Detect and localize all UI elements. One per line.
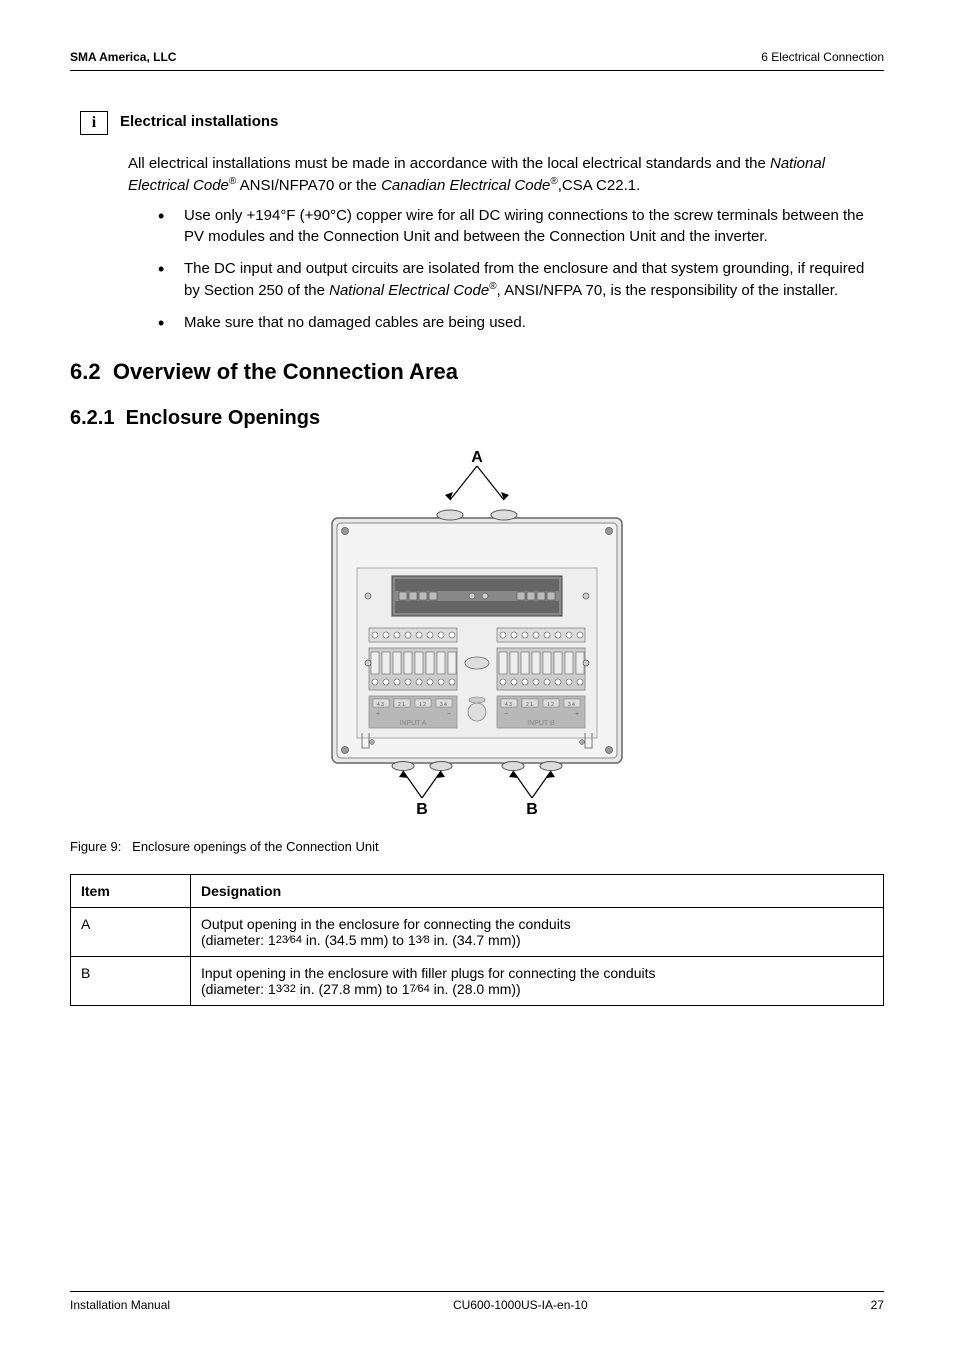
svg-text:+: + xyxy=(575,711,579,718)
svg-text:2 1: 2 1 xyxy=(526,702,533,708)
info-bullets: Use only +194°F (+90°C) copper wire for … xyxy=(158,205,874,334)
info-intro-paragraph: All electrical installations must be mad… xyxy=(128,153,874,197)
svg-text:−: − xyxy=(504,711,508,718)
footer-center: CU600-1000US-IA-en-10 xyxy=(453,1298,588,1312)
table-row: A Output opening in the enclosure for co… xyxy=(71,908,884,957)
enclosure-diagram: A xyxy=(277,448,677,818)
footer-right: 27 xyxy=(871,1298,884,1312)
cell-designation: Output opening in the enclosure for conn… xyxy=(191,908,884,957)
bullet-item: Make sure that no damaged cables are bei… xyxy=(158,312,874,334)
svg-text:4 3: 4 3 xyxy=(505,702,512,708)
bullet-item: Use only +194°F (+90°C) copper wire for … xyxy=(158,205,874,249)
svg-text:1 2: 1 2 xyxy=(419,702,426,708)
svg-text:2 1: 2 1 xyxy=(398,702,405,708)
svg-text:INPUT A: INPUT A xyxy=(399,720,426,727)
section-heading: 6.2 Overview of the Connection Area xyxy=(70,359,884,385)
cell-designation: Input opening in the enclosure with fill… xyxy=(191,957,884,1006)
footer-left: Installation Manual xyxy=(70,1298,170,1312)
th-item: Item xyxy=(71,875,191,908)
header-section: 6 Electrical Connection xyxy=(761,50,884,64)
svg-text:+: + xyxy=(376,711,380,718)
header-rule xyxy=(70,70,884,71)
page-header: SMA America, LLC 6 Electrical Connection xyxy=(70,50,884,64)
cell-item: B xyxy=(71,957,191,1006)
svg-text:−: − xyxy=(447,711,451,718)
cell-item: A xyxy=(71,908,191,957)
figure-caption: Figure 9: Enclosure openings of the Conn… xyxy=(70,839,884,854)
page-footer: Installation Manual CU600-1000US-IA-en-1… xyxy=(70,1291,884,1312)
label-b-right: B xyxy=(526,801,538,818)
info-callout-header: i Electrical installations xyxy=(80,111,884,135)
table-row: B Input opening in the enclosure with fi… xyxy=(71,957,884,1006)
table-header-row: Item Designation xyxy=(71,875,884,908)
label-a: A xyxy=(471,449,483,466)
label-b-left: B xyxy=(416,801,428,818)
subsection-heading: 6.2.1 Enclosure Openings xyxy=(70,407,884,430)
bullet-item: The DC input and output circuits are iso… xyxy=(158,258,874,302)
svg-text:INPUT B: INPUT B xyxy=(527,720,555,727)
footer-rule xyxy=(70,1291,884,1292)
th-designation: Designation xyxy=(191,875,884,908)
figure-diagram: A xyxy=(70,448,884,823)
header-company: SMA America, LLC xyxy=(70,50,176,64)
svg-text:1 2: 1 2 xyxy=(547,702,554,708)
info-body: All electrical installations must be mad… xyxy=(128,153,874,333)
svg-text:3 4: 3 4 xyxy=(568,702,575,708)
designation-table: Item Designation A Output opening in the… xyxy=(70,874,884,1006)
svg-text:4 3: 4 3 xyxy=(377,702,384,708)
svg-text:3 4: 3 4 xyxy=(440,702,447,708)
info-title: Electrical installations xyxy=(120,111,278,130)
info-icon: i xyxy=(80,111,108,135)
